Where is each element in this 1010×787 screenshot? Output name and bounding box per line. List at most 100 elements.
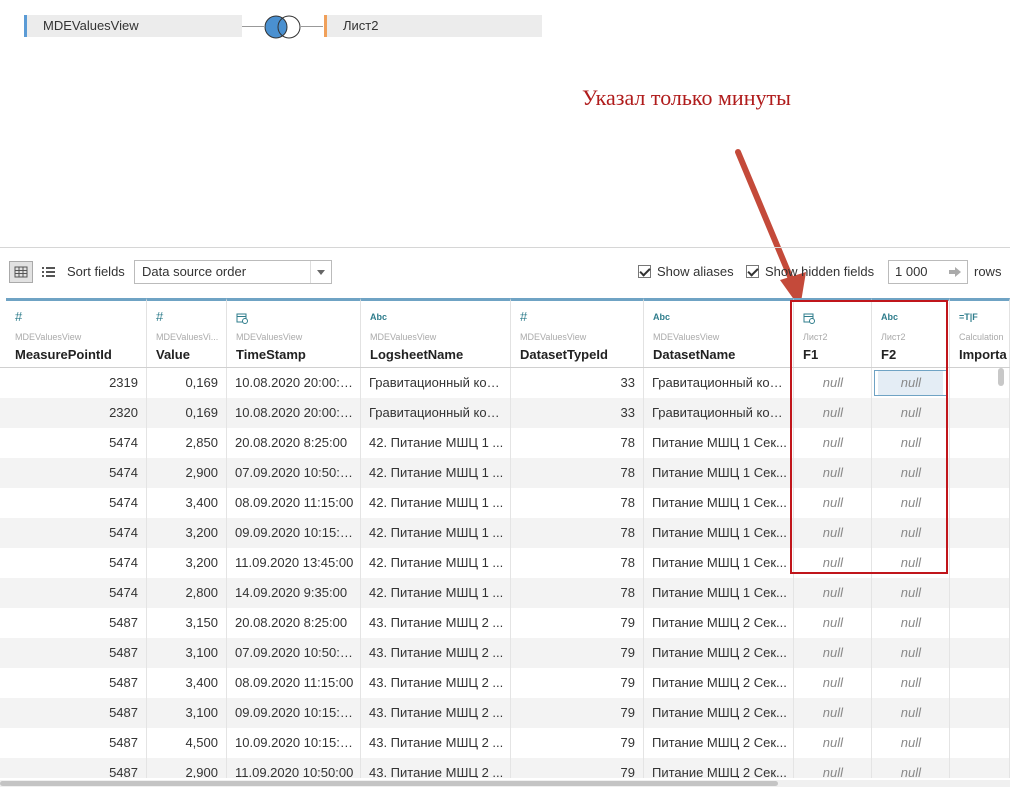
cell-f1[interactable]: null xyxy=(794,728,872,758)
cell-datasettypeid[interactable]: 78 xyxy=(511,548,644,578)
grid-view-button[interactable] xyxy=(9,261,33,283)
cell-value[interactable]: 4,500 xyxy=(147,728,227,758)
number-type-icon[interactable]: # xyxy=(15,309,22,324)
show-hidden-fields-checkbox[interactable] xyxy=(746,265,759,278)
table-row[interactable]: 5487 3,400 08.09.2020 11:15:00 43. Питание … xyxy=(0,668,1010,698)
cell-measurepointid[interactable]: 5474 xyxy=(6,578,147,608)
cell-f2[interactable]: null xyxy=(872,668,950,698)
cell-datasetname[interactable]: Питание МШЦ 2 Сек... xyxy=(644,698,794,728)
cell-datasetname[interactable]: Питание МШЦ 2 Сек... xyxy=(644,608,794,638)
horizontal-scrollbar-thumb[interactable] xyxy=(0,781,778,786)
cell-value[interactable]: 2,800 xyxy=(147,578,227,608)
column-header-datasettypeid[interactable]: # MDEValuesView DatasetTypeId xyxy=(511,298,644,368)
column-header-logsheetname[interactable]: Abc MDEValuesView LogsheetName xyxy=(361,298,511,368)
cell-datasettypeid[interactable]: 78 xyxy=(511,428,644,458)
column-header-datasetname[interactable]: Abc MDEValuesView DatasetName xyxy=(644,298,794,368)
cell-f2[interactable]: null xyxy=(872,638,950,668)
cell-measurepointid[interactable]: 5474 xyxy=(6,518,147,548)
cell-datasettypeid[interactable]: 78 xyxy=(511,488,644,518)
cell-logsheetname[interactable]: Гравитационный кон... xyxy=(361,368,511,398)
number-type-icon[interactable]: # xyxy=(156,309,163,324)
cell-f1[interactable]: null xyxy=(794,698,872,728)
cell-measurepointid[interactable]: 2320 xyxy=(6,398,147,428)
cell-logsheetname[interactable]: 42. Питание МШЦ 1 ... xyxy=(361,578,511,608)
cell-timestamp[interactable]: 20.08.2020 8:25:00 xyxy=(227,428,361,458)
cell-measurepointid[interactable]: 5487 xyxy=(6,638,147,668)
chevron-down-icon[interactable] xyxy=(310,261,331,283)
cell-f1[interactable]: null xyxy=(794,608,872,638)
cell-datasettypeid[interactable]: 33 xyxy=(511,368,644,398)
cell-measurepointid[interactable]: 5487 xyxy=(6,758,147,778)
table-row[interactable]: 5487 3,100 09.09.2020 10:15:00 43. Питание … xyxy=(0,698,1010,728)
string-type-icon[interactable]: Abc xyxy=(653,312,670,322)
cell-logsheetname[interactable]: 43. Питание МШЦ 2 ... xyxy=(361,728,511,758)
cell-logsheetname[interactable]: 42. Питание МШЦ 1 ... xyxy=(361,428,511,458)
cell-datasetname[interactable]: Питание МШЦ 1 Сек... xyxy=(644,548,794,578)
column-header-measurepointid[interactable]: # MDEValuesView MeasurePointId xyxy=(6,298,147,368)
cell-datasettypeid[interactable]: 79 xyxy=(511,698,644,728)
cell-datasetname[interactable]: Питание МШЦ 2 Сек... xyxy=(644,638,794,668)
cell-logsheetname[interactable]: 43. Питание МШЦ 2 ... xyxy=(361,668,511,698)
join-left-table[interactable]: MDEValuesView xyxy=(24,15,242,37)
cell-logsheetname[interactable]: 43. Питание МШЦ 2 ... xyxy=(361,608,511,638)
cell-value[interactable]: 3,100 xyxy=(147,638,227,668)
table-row[interactable]: 5487 3,100 07.09.2020 10:50:00 43. Питание … xyxy=(0,638,1010,668)
cell-value[interactable]: 3,100 xyxy=(147,698,227,728)
cell-value[interactable]: 3,400 xyxy=(147,488,227,518)
cell-timestamp[interactable]: 07.09.2020 10:50:00 xyxy=(227,458,361,488)
cell-value[interactable]: 0,169 xyxy=(147,368,227,398)
cell-value[interactable]: 2,900 xyxy=(147,458,227,488)
rows-count-input[interactable]: 1 000 xyxy=(888,260,968,284)
column-header-value[interactable]: # MDEValuesVi... Value xyxy=(147,298,227,368)
cell-measurepointid[interactable]: 5474 xyxy=(6,428,147,458)
cell-measurepointid[interactable]: 5487 xyxy=(6,698,147,728)
number-type-icon[interactable]: # xyxy=(520,309,527,324)
cell-measurepointid[interactable]: 5474 xyxy=(6,458,147,488)
join-right-table[interactable]: Лист2 xyxy=(324,15,542,37)
cell-f2[interactable]: null xyxy=(872,578,950,608)
cell-logsheetname[interactable]: 43. Питание МШЦ 2 ... xyxy=(361,638,511,668)
cell-measurepointid[interactable]: 5474 xyxy=(6,548,147,578)
cell-measurepointid[interactable]: 5487 xyxy=(6,728,147,758)
cell-timestamp[interactable]: 08.09.2020 11:15:00 xyxy=(227,488,361,518)
cell-f2[interactable]: null xyxy=(872,698,950,728)
sort-fields-select[interactable]: Data source order xyxy=(134,260,332,284)
arrow-right-icon[interactable] xyxy=(949,266,961,278)
cell-value[interactable]: 0,169 xyxy=(147,398,227,428)
cell-value[interactable]: 3,200 xyxy=(147,518,227,548)
cell-datasetname[interactable]: Питание МШЦ 2 Сек... xyxy=(644,758,794,778)
cell-logsheetname[interactable]: 43. Питание МШЦ 2 ... xyxy=(361,758,511,778)
cell-datasetname[interactable]: Гравитационный кон... xyxy=(644,398,794,428)
cell-datasetname[interactable]: Питание МШЦ 1 Сек... xyxy=(644,458,794,488)
cell-f2[interactable]: null xyxy=(872,728,950,758)
cell-timestamp[interactable]: 14.09.2020 9:35:00 xyxy=(227,578,361,608)
cell-timestamp[interactable]: 10.08.2020 20:00:00 xyxy=(227,368,361,398)
cell-timestamp[interactable]: 09.09.2020 10:15:00 xyxy=(227,518,361,548)
cell-datasettypeid[interactable]: 78 xyxy=(511,458,644,488)
cell-timestamp[interactable]: 11.09.2020 10:50:00 xyxy=(227,758,361,778)
cell-timestamp[interactable]: 10.09.2020 10:15:00 xyxy=(227,728,361,758)
table-row[interactable]: 5474 2,800 14.09.2020 9:35:00 42. Питание М… xyxy=(0,578,1010,608)
cell-datasetname[interactable]: Питание МШЦ 1 Сек... xyxy=(644,578,794,608)
cell-datasettypeid[interactable]: 79 xyxy=(511,728,644,758)
cell-timestamp[interactable]: 11.09.2020 13:45:00 xyxy=(227,548,361,578)
cell-timestamp[interactable]: 20.08.2020 8:25:00 xyxy=(227,608,361,638)
cell-datasettypeid[interactable]: 33 xyxy=(511,398,644,428)
list-view-button[interactable] xyxy=(37,261,61,283)
cell-value[interactable]: 3,400 xyxy=(147,668,227,698)
cell-value[interactable]: 3,200 xyxy=(147,548,227,578)
cell-logsheetname[interactable]: 42. Питание МШЦ 1 ... xyxy=(361,518,511,548)
cell-value[interactable]: 3,150 xyxy=(147,608,227,638)
vertical-scrollbar[interactable] xyxy=(998,368,1004,772)
cell-datasettypeid[interactable]: 79 xyxy=(511,638,644,668)
column-header-timestamp[interactable]: MDEValuesView TimeStamp xyxy=(227,298,361,368)
cell-datasettypeid[interactable]: 79 xyxy=(511,608,644,638)
cell-value[interactable]: 2,850 xyxy=(147,428,227,458)
cell-timestamp[interactable]: 09.09.2020 10:15:00 xyxy=(227,698,361,728)
cell-f1[interactable]: null xyxy=(794,668,872,698)
cell-logsheetname[interactable]: Гравитационный кон... xyxy=(361,398,511,428)
cell-logsheetname[interactable]: 42. Питание МШЦ 1 ... xyxy=(361,458,511,488)
cell-datasetname[interactable]: Питание МШЦ 2 Сек... xyxy=(644,668,794,698)
inner-join-icon[interactable] xyxy=(263,14,303,40)
cell-f2[interactable]: null xyxy=(872,758,950,778)
